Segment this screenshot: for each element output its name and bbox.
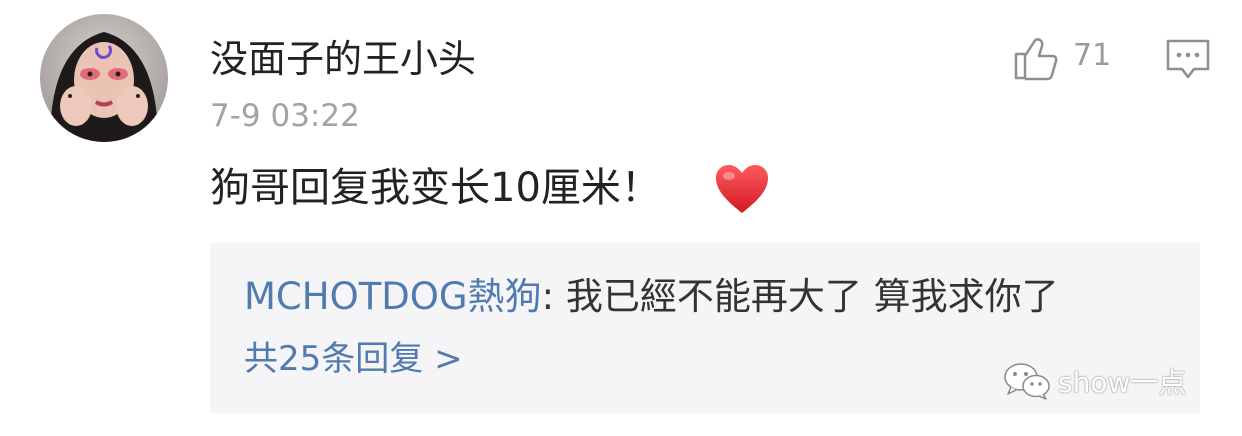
reply-text: 我已經不能再大了 算我求你了 (565, 275, 1059, 318)
view-all-replies-link[interactable]: 共25条回复 > (244, 335, 463, 383)
like-count: 71 (1073, 38, 1112, 73)
comment-bubble-icon[interactable] (1165, 38, 1211, 82)
watermark-text: show一点 (1058, 366, 1187, 399)
wechat-icon (1004, 363, 1050, 400)
reply-author[interactable]: MCHOTDOG熱狗 (244, 275, 542, 318)
thumbs-up-icon[interactable] (1012, 34, 1060, 82)
avatar[interactable] (40, 14, 168, 142)
timestamp: 7-9 03:22 (210, 98, 360, 134)
red-heart-icon (716, 165, 768, 213)
reply-line: MCHOTDOG熱狗: 我已經不能再大了 算我求你了 (244, 271, 1059, 323)
avatar-image (40, 14, 168, 142)
comment-text: 狗哥回复我变长10厘米！ (210, 165, 661, 211)
username[interactable]: 没面子的王小头 (210, 34, 476, 84)
watermark: show一点 (1002, 361, 1186, 401)
reply-colon: : (541, 275, 566, 318)
